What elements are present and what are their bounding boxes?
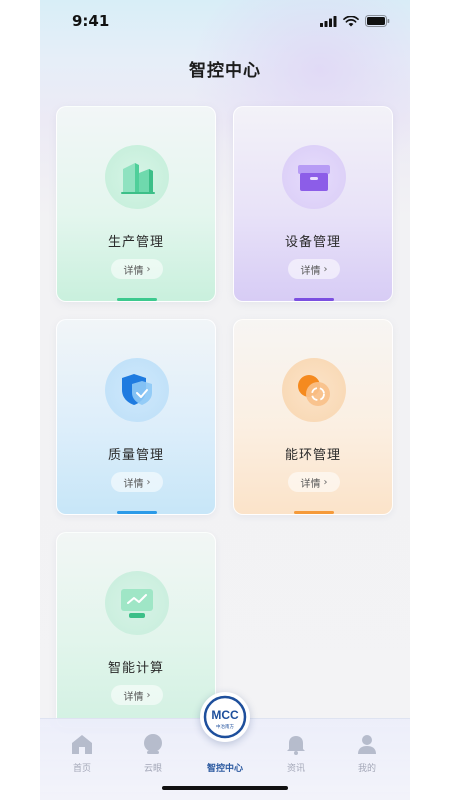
card-title: 能环管理 (284, 448, 341, 463)
page-title: 智控中心 (189, 61, 261, 81)
card-title: 生产管理 (107, 235, 164, 250)
tab-mine[interactable]: 我的 (339, 733, 395, 774)
status-bar: 9:41 (40, 0, 410, 44)
tab-label: 我的 (357, 764, 376, 774)
energy-cycle-icon (282, 358, 346, 422)
signal-icon (320, 15, 337, 27)
details-button[interactable]: 详情 › (288, 472, 340, 492)
status-icons (320, 15, 390, 27)
mcc-logo: MCC 中冶南方 (203, 695, 247, 739)
tab-news[interactable]: 资讯 (268, 733, 324, 774)
chevron-right-icon: › (323, 476, 328, 488)
home-indicator (162, 786, 288, 790)
factory-icon (105, 145, 169, 209)
logo-text: MCC (211, 708, 239, 722)
tab-cloud-eye[interactable]: 云眼 (125, 733, 181, 774)
chevron-right-icon: › (146, 476, 151, 488)
details-label: 详情 (300, 478, 321, 490)
user-circle-icon (144, 734, 162, 754)
details-button[interactable]: 详情 › (111, 259, 163, 279)
card-energy-management[interactable]: 能环管理 详情 › (233, 319, 393, 515)
person-icon (358, 735, 376, 754)
card-production-management[interactable]: 生产管理 详情 › (56, 106, 216, 302)
chevron-right-icon: › (323, 263, 328, 275)
chevron-right-icon: › (146, 263, 151, 275)
home-icon (72, 735, 92, 754)
tab-control-center[interactable]: 智控中心 (197, 745, 253, 774)
card-indicator (117, 511, 157, 514)
card-quality-management[interactable]: 质量管理 详情 › (56, 319, 216, 515)
card-indicator (117, 298, 157, 301)
mcc-logo-button[interactable]: MCC 中冶南方 (200, 692, 250, 742)
tab-label: 资讯 (286, 764, 305, 774)
battery-icon (365, 15, 390, 27)
details-label: 详情 (123, 691, 144, 703)
card-indicator (294, 298, 334, 301)
details-label: 详情 (300, 265, 321, 277)
details-button[interactable]: 详情 › (111, 685, 163, 705)
card-smart-computing[interactable]: 智能计算 详情 › (56, 532, 216, 728)
box-icon (282, 145, 346, 209)
status-time: 9:41 (72, 12, 110, 30)
card-title: 智能计算 (107, 661, 164, 676)
monitor-chart-icon (105, 571, 169, 635)
card-title: 质量管理 (107, 448, 164, 463)
logo-subtext: 中冶南方 (216, 723, 234, 730)
tab-home[interactable]: 首页 (54, 733, 110, 774)
details-button[interactable]: 详情 › (288, 259, 340, 279)
details-button[interactable]: 详情 › (111, 472, 163, 492)
wifi-icon (343, 15, 359, 26)
details-label: 详情 (123, 478, 144, 490)
chevron-right-icon: › (146, 689, 151, 701)
card-indicator (294, 511, 334, 514)
card-title: 设备管理 (284, 235, 341, 250)
app-screen: 9:41 智控中心 生产管理 详情 › 设备管理 详情 › 质量管理 详情 › … (40, 0, 410, 800)
bell-icon (287, 736, 305, 755)
card-equipment-management[interactable]: 设备管理 详情 › (233, 106, 393, 302)
tab-label: 智控中心 (206, 764, 243, 774)
tab-label: 云眼 (143, 764, 162, 774)
tab-label: 首页 (72, 764, 91, 774)
shield-check-icon (105, 358, 169, 422)
details-label: 详情 (123, 265, 144, 277)
